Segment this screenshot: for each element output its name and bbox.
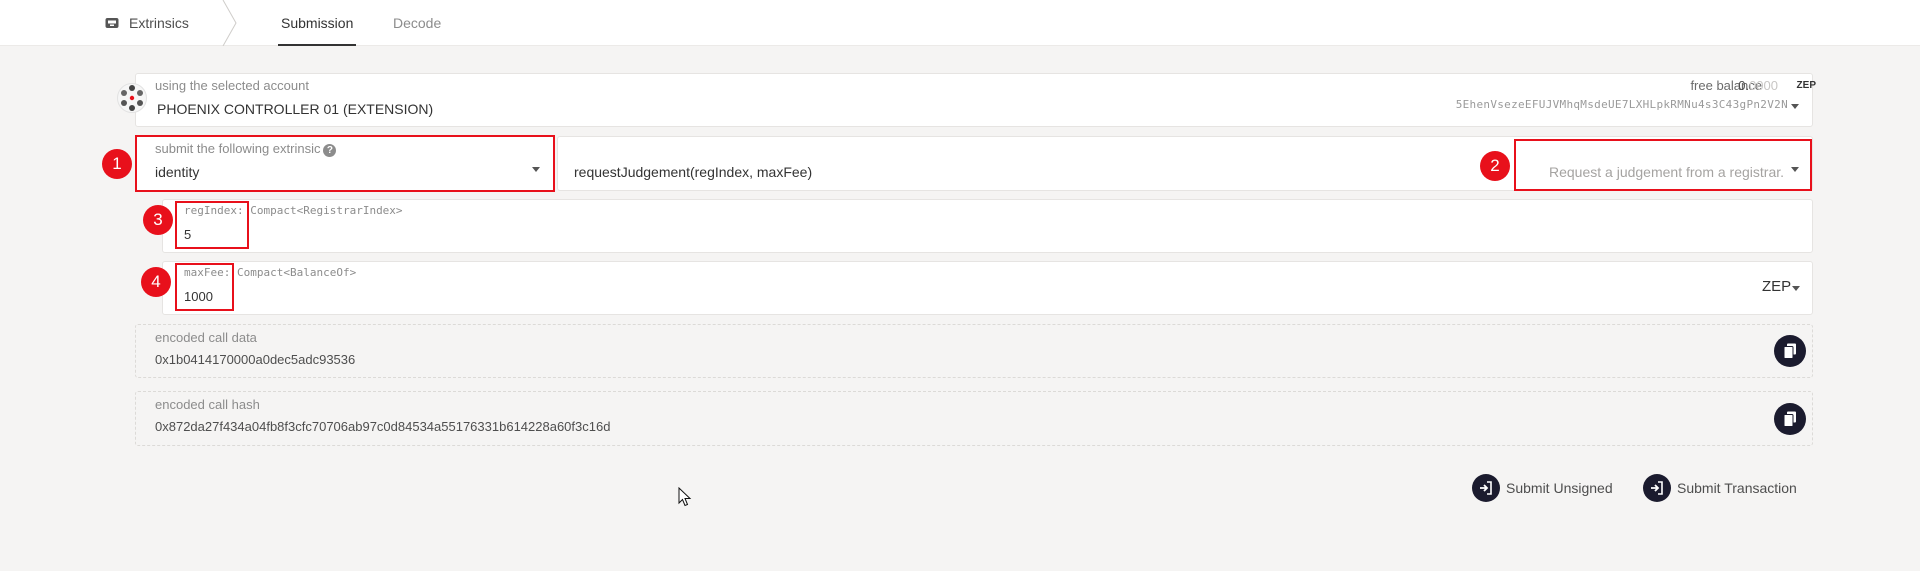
param-regindex-field[interactable] — [162, 199, 1813, 253]
submit-transaction-label: Submit Transaction — [1677, 480, 1797, 496]
encoded-call-data-box — [135, 324, 1813, 378]
annotation-badge-3: 3 — [143, 205, 173, 235]
extrinsic-method-value: requestJudgement(regIndex, maxFee) — [574, 164, 813, 180]
sign-in-icon-wrap — [1643, 474, 1671, 502]
sign-in-icon-wrap — [1472, 474, 1500, 502]
unit-dropdown-caret[interactable] — [1792, 286, 1800, 291]
annotation-box-3 — [175, 201, 249, 249]
annotation-badge-2: 2 — [1480, 151, 1510, 181]
encoded-call-hash-value: 0x872da27f434a04fb8f3cfc70706ab97c0d8453… — [155, 419, 611, 434]
breadcrumb-divider — [222, 0, 237, 46]
annotation-badge-1: 1 — [102, 149, 132, 179]
annotation-box-1 — [135, 135, 555, 192]
sign-in-icon — [1480, 481, 1492, 495]
account-label: using the selected account — [155, 78, 309, 93]
free-balance-value: 0.0000 — [1738, 78, 1778, 93]
encoded-call-hash-label: encoded call hash — [155, 397, 260, 412]
tab-submission[interactable]: Submission — [277, 0, 357, 46]
tab-decode[interactable]: Decode — [393, 0, 441, 46]
nav-section-label: Extrinsics — [129, 15, 189, 31]
submit-transaction-button[interactable]: Submit Transaction — [1643, 474, 1797, 502]
account-identicon — [117, 83, 147, 113]
annotation-badge-4: 4 — [141, 267, 171, 297]
param-maxfee-field[interactable] — [162, 261, 1813, 315]
submit-unsigned-label: Submit Unsigned — [1506, 480, 1613, 496]
copy-call-hash-button[interactable] — [1774, 403, 1806, 435]
copy-call-data-button[interactable] — [1774, 335, 1806, 367]
top-nav: Extrinsics Submission Decode — [0, 0, 1920, 46]
copy-icon — [1783, 411, 1796, 427]
sign-in-icon — [1651, 481, 1663, 495]
account-name: PHOENIX CONTROLLER 01 (EXTENSION) — [157, 101, 434, 117]
nav-section-extrinsics[interactable]: Extrinsics — [105, 0, 189, 46]
account-address: 5EhenVsezeEFUJVMhqMsdeUE7LXHLpkRMNu4s3C4… — [1455, 98, 1788, 111]
encoded-call-data-value: 0x1b0414170000a0dec5adc93536 — [155, 352, 356, 367]
encoded-call-data-label: encoded call data — [155, 330, 257, 345]
param-maxfee-unit-select[interactable]: ZEP — [1762, 278, 1791, 295]
annotation-box-2 — [1514, 139, 1812, 191]
account-dropdown-caret[interactable] — [1791, 104, 1799, 109]
submit-unsigned-button[interactable]: Submit Unsigned — [1472, 474, 1613, 502]
free-balance-unit: ZEP — [1796, 80, 1816, 91]
mouse-cursor-icon — [678, 487, 692, 507]
copy-icon — [1783, 343, 1796, 359]
extrinsics-icon — [105, 18, 119, 28]
annotation-box-4 — [175, 263, 234, 311]
